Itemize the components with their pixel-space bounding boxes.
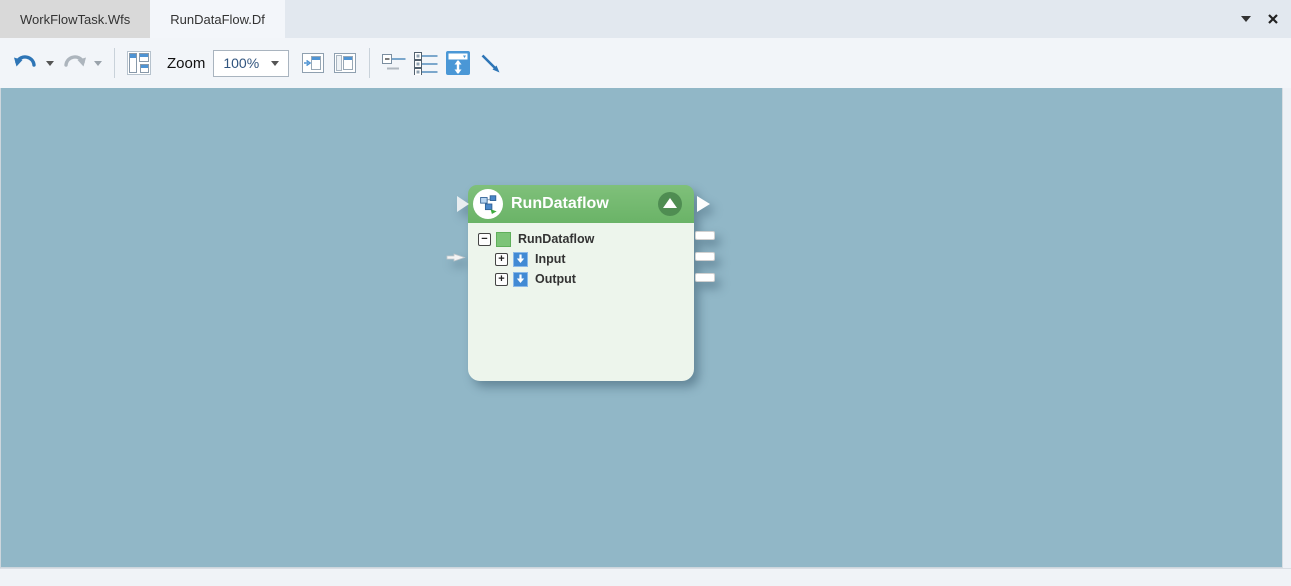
- triangle-up-icon: [663, 198, 677, 208]
- dataflow-icon: [475, 191, 501, 217]
- green-square-icon: [496, 232, 511, 247]
- tree-label-rundataflow: RunDataflow: [518, 232, 594, 246]
- tree-label-output: Output: [535, 272, 576, 286]
- blue-arrow-down-icon: [513, 252, 528, 267]
- close-icon[interactable]: [1267, 13, 1279, 25]
- blue-arrow-down-icon: [513, 272, 528, 287]
- node-header-badge: [473, 189, 503, 219]
- tree-row-rundataflow[interactable]: − RunDataflow: [468, 229, 694, 249]
- expand-panel-icon: [301, 51, 325, 75]
- scrollbar-gutter: [1282, 88, 1291, 568]
- node-collapse-button[interactable]: [658, 192, 682, 216]
- tab-workflowtask[interactable]: WorkFlowTask.Wfs: [0, 0, 150, 38]
- right-connector-bar[interactable]: [695, 231, 715, 240]
- node-header[interactable]: RunDataflow: [468, 185, 694, 223]
- toolbar-separator: [369, 48, 370, 78]
- node-body: − RunDataflow + Input +: [468, 223, 694, 381]
- expand-panel-button[interactable]: [297, 46, 329, 80]
- node-left-connector-icon[interactable]: [457, 196, 469, 212]
- panel-view-icon: [333, 51, 357, 75]
- toolbar-separator: [114, 48, 115, 78]
- auto-layout-button[interactable]: [123, 46, 155, 80]
- connector-line-button[interactable]: [474, 46, 506, 80]
- tree-row-output[interactable]: + Output: [468, 269, 694, 289]
- autosize-button[interactable]: [442, 46, 474, 80]
- redo-dropdown-caret-icon: [94, 61, 102, 66]
- tab-bar-spacer: [285, 0, 1241, 38]
- collapse-tree-icon: [381, 51, 407, 75]
- zoom-label: Zoom: [167, 55, 205, 72]
- undo-dropdown-caret-icon: [46, 61, 54, 66]
- autosize-icon: [445, 50, 471, 76]
- redo-dropdown-button[interactable]: [90, 46, 106, 80]
- expand-tree-button[interactable]: [410, 46, 442, 80]
- zoom-combobox[interactable]: 100%: [213, 50, 289, 77]
- collapse-expander-icon[interactable]: −: [478, 233, 491, 246]
- rundataflow-node[interactable]: RunDataflow − RunDataflow +: [468, 185, 694, 381]
- expand-tree-icon: [413, 51, 439, 75]
- tab-bar-controls: [1241, 0, 1291, 38]
- right-connector-bar[interactable]: [695, 273, 715, 282]
- right-connector-bar[interactable]: [695, 252, 715, 261]
- designer-toolbar: Zoom 100%: [0, 38, 1291, 88]
- zoom-dropdown-caret-icon: [271, 61, 279, 66]
- document-tab-bar: WorkFlowTask.Wfs RunDataFlow.Df: [0, 0, 1291, 38]
- undo-icon: [13, 53, 39, 73]
- expand-expander-icon[interactable]: +: [495, 253, 508, 266]
- undo-button[interactable]: [10, 46, 42, 80]
- collapse-tree-button[interactable]: [378, 46, 410, 80]
- tab-list-dropdown-icon[interactable]: [1241, 16, 1251, 22]
- tree-row-input[interactable]: + Input: [468, 249, 694, 269]
- zoom-value: 100%: [223, 55, 259, 71]
- auto-layout-icon: [127, 51, 151, 75]
- design-canvas[interactable]: RunDataflow − RunDataflow +: [0, 88, 1282, 568]
- redo-button[interactable]: [58, 46, 90, 80]
- tree-label-input: Input: [535, 252, 566, 266]
- tab-rundataflow-label: RunDataFlow.Df: [170, 12, 265, 27]
- panel-view-button[interactable]: [329, 46, 361, 80]
- tab-workflowtask-label: WorkFlowTask.Wfs: [20, 12, 130, 27]
- node-right-connector-icon[interactable]: [697, 196, 710, 212]
- node-title: RunDataflow: [511, 195, 658, 213]
- input-connector-arrow-icon[interactable]: [446, 251, 466, 264]
- undo-dropdown-button[interactable]: [42, 46, 58, 80]
- expand-expander-icon[interactable]: +: [495, 273, 508, 286]
- connector-line-icon: [478, 51, 502, 75]
- bottom-strip: [0, 568, 1291, 586]
- redo-icon: [61, 53, 87, 73]
- tab-rundataflow[interactable]: RunDataFlow.Df: [150, 0, 285, 38]
